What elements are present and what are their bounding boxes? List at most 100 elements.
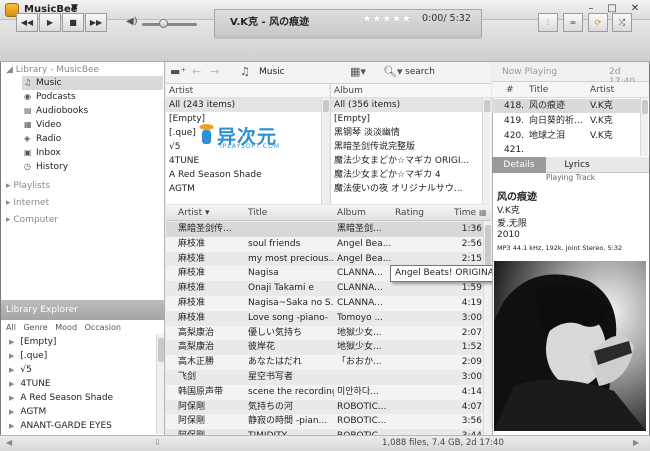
sidebar-item-music[interactable]: ♫ Music bbox=[22, 76, 163, 90]
artist-filter-header[interactable]: Artist bbox=[166, 84, 329, 98]
library-header[interactable]: ◢ Library - MusicBee bbox=[6, 65, 99, 75]
table-row[interactable]: 阿保剛 気持ちの河 ROBOTIC... 4:07 bbox=[166, 400, 483, 415]
tab-occasion[interactable]: Occasion bbox=[85, 323, 121, 332]
library-explorer-scrollbar[interactable] bbox=[156, 334, 164, 434]
search-icon[interactable]: 🔍︎▾ bbox=[383, 65, 403, 78]
table-row[interactable]: 麻枝准 Onaji Takami e CLANNA... 1:59 bbox=[166, 281, 483, 296]
album-filter-header[interactable]: Album bbox=[331, 84, 491, 98]
list-item[interactable]: ▶ [.que] bbox=[9, 349, 47, 363]
artist-filter-scrollbar[interactable] bbox=[321, 98, 329, 204]
column-title[interactable]: Title bbox=[529, 85, 548, 95]
next-button[interactable]: ▶▶ bbox=[85, 13, 107, 32]
list-item[interactable]: All (243 items) bbox=[166, 98, 329, 112]
scrollbar-thumb[interactable] bbox=[484, 100, 490, 112]
column-number[interactable]: # bbox=[506, 85, 514, 95]
table-row[interactable]: 高梨康治 優しい気持ち 地獄少女... 2:07 bbox=[166, 325, 483, 341]
tracklist-scrollbar[interactable] bbox=[483, 221, 491, 435]
list-item[interactable]: All (356 items) bbox=[331, 98, 491, 112]
rating-stars[interactable]: ★★★★★ bbox=[362, 12, 411, 25]
new-playlist-icon[interactable]: ▬⁺ bbox=[170, 65, 186, 78]
collapse-left-icon[interactable]: ◀ bbox=[6, 438, 12, 447]
table-row[interactable]: 麻枝准 Love song -piano- Tomoyo ... 3:00 bbox=[166, 311, 483, 326]
volume-icon[interactable]: ◀) bbox=[126, 16, 138, 27]
tab-details[interactable]: Details bbox=[492, 157, 546, 173]
now-playing-row[interactable]: 420. 地球之泪 V.K克 bbox=[492, 129, 640, 143]
table-row[interactable]: 韩国原声带 scene the recording 미안하다... 4:14 bbox=[166, 384, 483, 400]
sidebar-item-video[interactable]: ▦ Video bbox=[24, 118, 61, 132]
list-item[interactable]: 魔法少女まどか☆マギカ ORIGI... bbox=[331, 154, 491, 168]
now-playing-label: Now Playing bbox=[502, 67, 558, 77]
seek-bar[interactable] bbox=[214, 36, 482, 39]
sidebar-item-podcasts[interactable]: ◉ Podcasts bbox=[24, 90, 76, 104]
table-row[interactable]: 阿保剛 静寂の時間 -pian... ROBOTIC... 3:56 bbox=[166, 414, 483, 430]
volume-slider[interactable] bbox=[142, 23, 197, 26]
shuffle-icon[interactable]: ⤮ bbox=[612, 13, 632, 32]
stop-button[interactable]: ■ bbox=[62, 13, 84, 32]
list-item[interactable]: 黑钢琴 淡淡幽情 bbox=[331, 126, 491, 140]
list-item[interactable]: 魔法使いの夜 オリジナルサウ... bbox=[331, 182, 491, 196]
cell-title: 静寂の時間 -pian... bbox=[248, 416, 328, 427]
list-item[interactable]: AGTM bbox=[166, 182, 329, 196]
list-item[interactable]: ▶ [Empty] bbox=[9, 335, 56, 349]
album-filter-scrollbar[interactable] bbox=[482, 98, 490, 204]
view-layout-icon[interactable]: ▦▾ bbox=[350, 65, 366, 78]
column-artist[interactable]: Artist ▾ bbox=[178, 208, 210, 218]
column-artist[interactable]: Artist bbox=[590, 85, 614, 95]
list-item[interactable]: [Empty] bbox=[331, 112, 491, 126]
table-row[interactable]: 高梨康治 彼岸花 地獄少女... 1:52 bbox=[166, 340, 483, 355]
now-playing-row[interactable]: 418. 风の痕迹 V.K克 bbox=[492, 99, 640, 113]
now-playing-scrollbar[interactable] bbox=[640, 98, 648, 156]
scrollbar-thumb[interactable] bbox=[158, 338, 164, 362]
sidebar-internet[interactable]: ▸ Internet bbox=[6, 198, 49, 208]
list-item[interactable]: ▶ AGTM bbox=[9, 405, 46, 419]
table-row[interactable]: 黑暗圣剑传... 黑暗圣剑... 1:36 bbox=[166, 222, 483, 237]
scrollbar-thumb[interactable] bbox=[485, 225, 491, 265]
cell-artist: 麻枝准 bbox=[178, 268, 206, 279]
list-item[interactable]: 4TUNE bbox=[166, 154, 329, 168]
list-item[interactable]: ▶ √5 bbox=[9, 363, 32, 377]
play-button[interactable]: ▶ bbox=[39, 13, 61, 32]
scrobble-icon[interactable]: ∞ bbox=[563, 13, 583, 32]
back-arrow-icon[interactable]: ← bbox=[192, 65, 201, 78]
tab-mood[interactable]: Mood bbox=[55, 323, 77, 332]
cell-album: CLANNA... bbox=[337, 283, 383, 294]
column-title[interactable]: Title bbox=[248, 208, 267, 218]
tab-lyrics[interactable]: Lyrics bbox=[546, 157, 608, 173]
sidebar-item-inbox[interactable]: ▣ Inbox bbox=[24, 146, 61, 160]
column-rating[interactable]: Rating bbox=[395, 208, 424, 218]
sidebar-item-history[interactable]: ◷ History bbox=[24, 160, 68, 174]
table-row[interactable]: 麻枝准 soul friends Angel Bea... 2:56 bbox=[166, 236, 483, 252]
list-item[interactable]: A Red Season Shade bbox=[166, 168, 329, 182]
list-item[interactable]: ▶ ANANT-GARDE EYES bbox=[9, 419, 112, 433]
column-time[interactable]: Time bbox=[454, 208, 476, 218]
list-item[interactable]: 黑暗圣剑传说完整版 bbox=[331, 140, 491, 154]
table-row[interactable]: 麻枝准 Nagisa~Saka no S... CLANNA... 4:19 bbox=[166, 296, 483, 311]
sidebar-item-audiobooks[interactable]: ▤ Audiobooks bbox=[24, 104, 88, 118]
list-item[interactable]: 魔法少女まどか☆マギカ 4 bbox=[331, 168, 491, 182]
app-menu-arrow-icon[interactable]: ▼ bbox=[71, 3, 78, 13]
now-playing-row[interactable]: 421. bbox=[492, 143, 640, 157]
cell-album: Tomoyo ... bbox=[337, 312, 384, 323]
list-item[interactable]: ▶ 4TUNE bbox=[9, 377, 51, 391]
list-item[interactable]: ▶ A Red Season Shade bbox=[9, 391, 113, 405]
equalizer-icon[interactable]: ⫶ bbox=[538, 13, 558, 32]
repeat-icon[interactable]: ⟳ bbox=[588, 13, 608, 32]
search-input[interactable]: search bbox=[405, 67, 435, 77]
column-album[interactable]: Album bbox=[337, 208, 366, 218]
volume-slider-knob[interactable] bbox=[159, 19, 168, 28]
now-playing-row[interactable]: 419. 向日葵的祈... V.K克 bbox=[492, 114, 640, 128]
sidebar-playlists[interactable]: ▸ Playlists bbox=[6, 181, 50, 191]
previous-button[interactable]: ◀◀ bbox=[16, 13, 38, 32]
column-chooser-icon[interactable]: ▦ bbox=[479, 208, 487, 217]
forward-arrow-icon[interactable]: → bbox=[210, 65, 219, 78]
scroll-down-icon[interactable]: ⇩ bbox=[154, 438, 161, 447]
tab-all[interactable]: All bbox=[6, 323, 16, 332]
scrollbar-thumb[interactable] bbox=[642, 100, 648, 114]
table-row[interactable]: 飞剑 星空书写者 3:00 bbox=[166, 370, 483, 385]
sidebar-item-radio[interactable]: ◈ Radio bbox=[24, 132, 61, 146]
table-row[interactable]: 高木正勝 あなたはだれ 「おおか... 2:09 bbox=[166, 355, 483, 370]
scrollbar-thumb[interactable] bbox=[323, 100, 329, 112]
tab-genre[interactable]: Genre bbox=[23, 323, 47, 332]
sidebar-computer[interactable]: ▸ Computer bbox=[6, 215, 58, 225]
collapse-right-icon[interactable]: ▶ bbox=[633, 438, 639, 447]
